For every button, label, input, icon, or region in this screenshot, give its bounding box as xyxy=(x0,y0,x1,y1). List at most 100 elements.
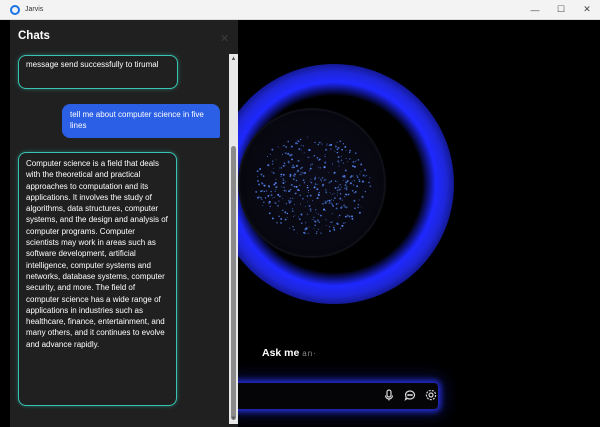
orb-particle xyxy=(337,194,339,196)
orb-particle xyxy=(344,196,346,198)
orb-particle xyxy=(309,180,311,182)
orb-particle xyxy=(325,209,326,211)
orb-particle xyxy=(339,184,341,186)
app-logo-icon xyxy=(10,4,20,15)
close-button[interactable]: ✕ xyxy=(574,0,600,20)
orb-particle xyxy=(267,185,270,188)
orb-particle xyxy=(285,190,287,192)
orb-particle xyxy=(362,174,365,177)
orb-particle xyxy=(282,164,285,167)
orb-particle xyxy=(313,154,316,157)
chat-close-icon[interactable]: ✕ xyxy=(220,32,229,45)
orb-particle xyxy=(351,215,353,218)
orb-particle xyxy=(336,151,339,154)
orb-particle xyxy=(289,188,292,191)
orb-particle xyxy=(272,197,274,199)
orb-particle xyxy=(304,232,306,235)
orb-particle xyxy=(333,228,336,231)
orb-particle xyxy=(356,185,359,188)
orb-particle xyxy=(316,188,319,191)
orb-particle xyxy=(352,175,354,177)
orb-particle xyxy=(292,226,294,228)
orb-particle xyxy=(357,206,359,209)
orb-particle xyxy=(326,143,328,145)
orb-particle xyxy=(314,177,316,180)
settings-icon[interactable] xyxy=(424,388,438,402)
orb-particle xyxy=(316,197,319,200)
orb-particle xyxy=(305,222,307,224)
orb-particle xyxy=(297,140,300,143)
orb-particle xyxy=(294,215,296,217)
scroll-up-icon[interactable]: ▲ xyxy=(229,54,238,64)
orb-particle xyxy=(354,161,356,163)
orb-particle xyxy=(337,156,340,159)
orb-particle xyxy=(283,189,286,192)
orb-particle xyxy=(299,194,302,197)
orb-particle xyxy=(335,145,337,146)
chat-panel: Chats ✕ message send successfully to tir… xyxy=(10,20,238,427)
orb-particle xyxy=(352,160,355,163)
orb-particle xyxy=(326,200,328,202)
orb-particle xyxy=(286,217,288,219)
orb-particle xyxy=(271,160,274,163)
minimize-button[interactable]: — xyxy=(522,0,548,20)
orb-particle xyxy=(318,159,320,161)
chat-icon[interactable] xyxy=(403,388,417,402)
orb-particle xyxy=(271,163,274,165)
orb-particle xyxy=(343,222,345,224)
orb-particle xyxy=(303,182,305,184)
orb-particle xyxy=(322,183,325,186)
orb-particle xyxy=(336,181,338,183)
orb-particle xyxy=(310,164,311,166)
orb-particle xyxy=(318,142,320,144)
orb-particle xyxy=(338,214,341,217)
maximize-button[interactable]: ☐ xyxy=(548,0,574,20)
orb-particle xyxy=(287,152,290,155)
title-bar: Jarvis — ☐ ✕ xyxy=(0,0,600,20)
orb-particle xyxy=(338,185,339,187)
orb-particle xyxy=(300,171,302,173)
orb-particle xyxy=(269,205,271,208)
orb-particle xyxy=(300,213,303,216)
orb-particle xyxy=(296,171,298,173)
orb-particle xyxy=(353,165,356,168)
orb-particle xyxy=(288,190,291,193)
orb-particle xyxy=(268,212,271,215)
orb-particle xyxy=(272,172,275,174)
orb-particle xyxy=(316,156,319,159)
orb-particle xyxy=(342,162,345,164)
orb-particle xyxy=(330,143,333,146)
orb-particle xyxy=(315,212,317,214)
orb-particle xyxy=(341,224,344,227)
orb-particle xyxy=(325,191,328,194)
scroll-down-icon[interactable]: ▼ xyxy=(229,414,238,424)
orb-particle xyxy=(302,145,304,147)
orb-particle xyxy=(331,212,333,215)
orb-particle xyxy=(349,149,351,152)
orb-particle xyxy=(260,198,263,201)
orb-particle xyxy=(285,181,287,183)
orb-particle xyxy=(308,170,310,172)
orb-particle xyxy=(274,182,277,184)
orb-particle xyxy=(317,228,319,230)
orb-particle xyxy=(320,214,322,217)
orb-particle xyxy=(284,211,287,214)
microphone-icon[interactable] xyxy=(382,388,396,402)
orb-particle xyxy=(302,179,305,181)
orb-particle xyxy=(275,188,277,190)
orb-particle xyxy=(344,145,347,148)
orb-particle xyxy=(339,140,342,143)
orb-particle xyxy=(313,227,315,229)
orb-particle xyxy=(314,224,316,226)
orb-particle xyxy=(273,168,275,169)
orb-particle xyxy=(296,232,298,234)
chat-scrollbar-thumb[interactable] xyxy=(231,146,236,420)
orb-particle xyxy=(344,222,346,224)
orb-particle xyxy=(318,177,320,179)
orb-particle xyxy=(325,189,327,191)
orb-particle xyxy=(335,145,337,148)
orb-particle xyxy=(290,145,293,148)
orb-particle xyxy=(360,171,362,173)
orb-particle xyxy=(290,153,293,156)
orb-particle xyxy=(300,144,302,146)
